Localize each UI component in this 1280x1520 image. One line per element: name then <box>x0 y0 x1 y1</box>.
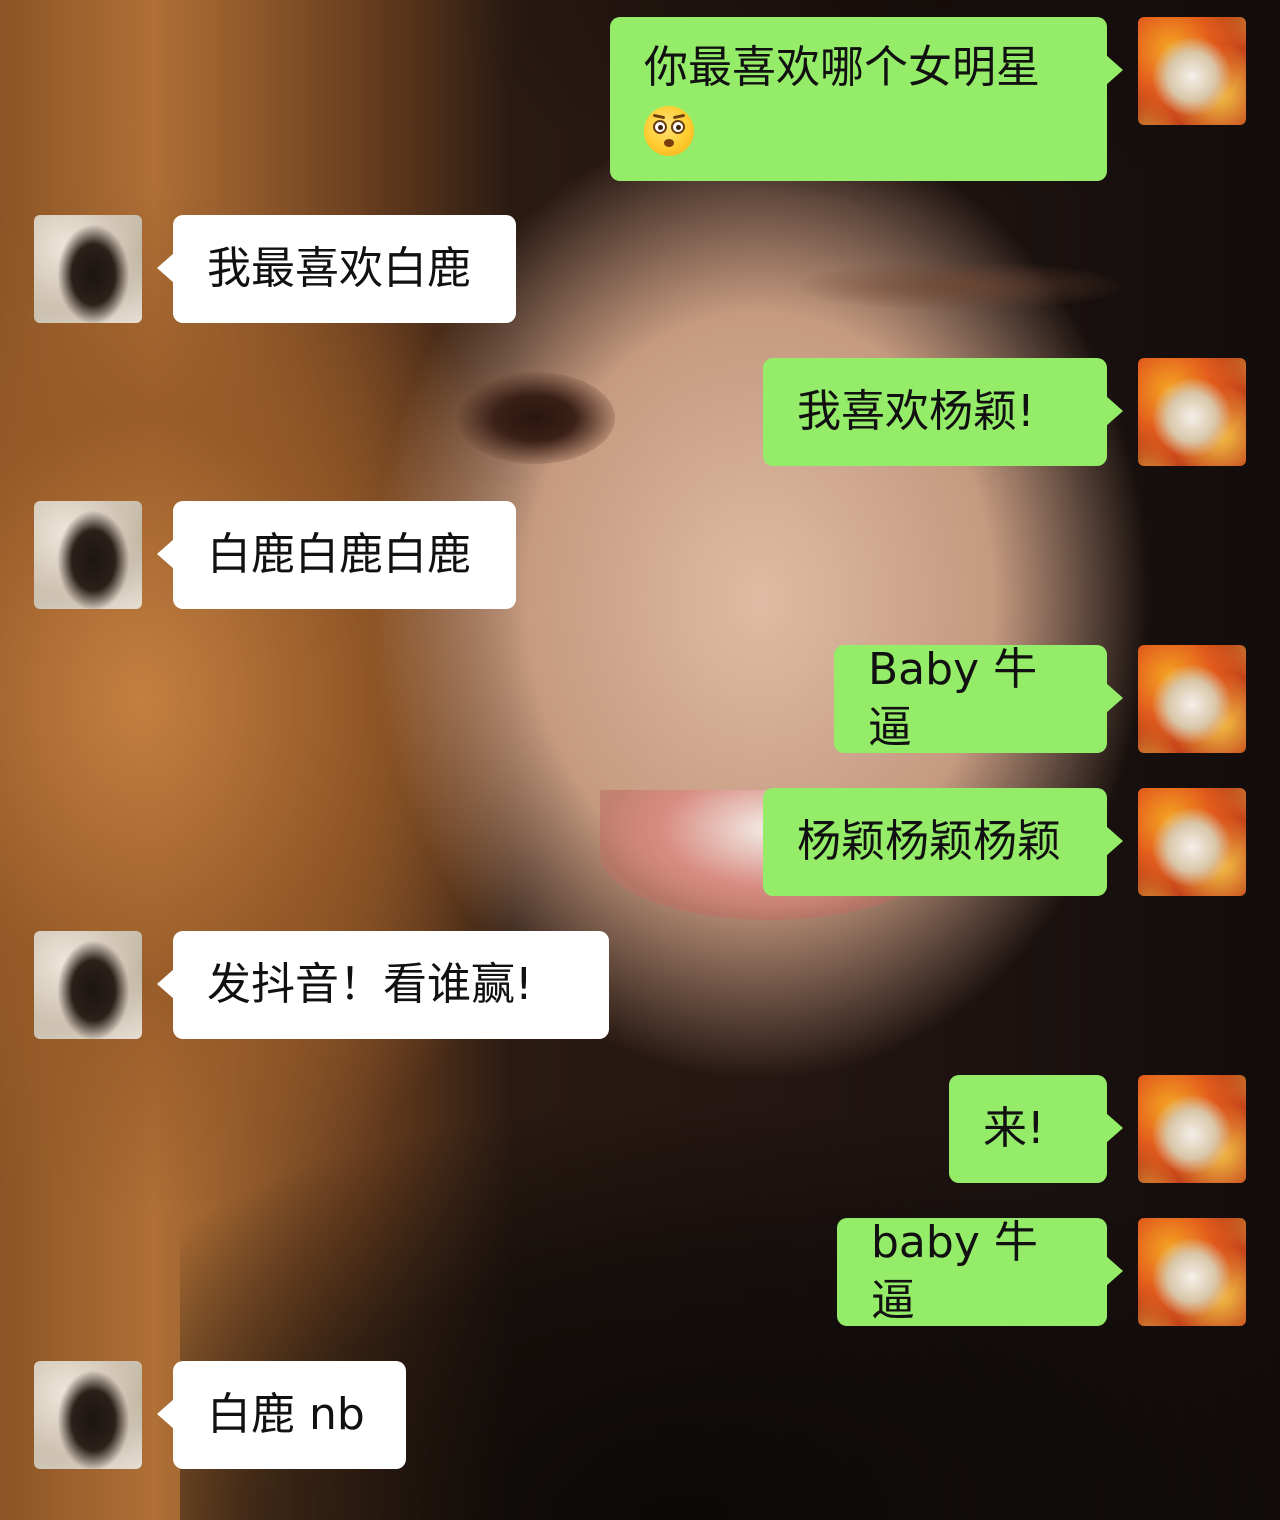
message-text: 你最喜欢哪个女明星 <box>644 42 1040 93</box>
message-text: 我喜欢杨颖! <box>797 386 1035 437</box>
message-bubble-outgoing[interactable]: 杨颖杨颖杨颖 <box>763 788 1123 896</box>
my-avatar[interactable] <box>1138 645 1246 753</box>
message-bubble-outgoing[interactable]: baby 牛逼 <box>837 1217 1123 1326</box>
message-text: 我最喜欢白鹿 <box>207 243 471 294</box>
message-text: 白鹿白鹿白鹿 <box>207 529 471 580</box>
message-bubble-incoming[interactable]: 白鹿白鹿白鹿 <box>157 501 516 609</box>
message-text: 来! <box>983 1103 1045 1154</box>
contact-avatar[interactable] <box>34 1361 142 1469</box>
message-bubble-outgoing[interactable]: 你最喜欢哪个女明星 <box>610 17 1123 181</box>
message-bubble-outgoing[interactable]: 来! <box>949 1075 1123 1183</box>
chat-message-list[interactable]: 你最喜欢哪个女明星 我最喜欢白鹿 我喜欢杨颖! 白鹿白鹿白鹿 Baby 牛逼 杨… <box>0 0 1280 1520</box>
message-text: 发抖音！看谁赢! <box>207 959 533 1010</box>
message-text: Baby 牛逼 <box>868 644 1038 753</box>
message-bubble-incoming[interactable]: 我最喜欢白鹿 <box>157 215 516 323</box>
message-text: 杨颖杨颖杨颖 <box>797 816 1061 867</box>
message-bubble-outgoing[interactable]: 我喜欢杨颖! <box>763 358 1123 466</box>
message-text: baby 牛逼 <box>871 1217 1038 1326</box>
my-avatar[interactable] <box>1138 1218 1246 1326</box>
message-bubble-incoming[interactable]: 白鹿 nb <box>157 1361 406 1469</box>
contact-avatar[interactable] <box>34 501 142 609</box>
contact-avatar[interactable] <box>34 931 142 1039</box>
my-avatar[interactable] <box>1138 788 1246 896</box>
message-bubble-incoming[interactable]: 发抖音！看谁赢! <box>157 931 609 1039</box>
message-text: 白鹿 nb <box>207 1389 365 1440</box>
my-avatar[interactable] <box>1138 1075 1246 1183</box>
flushed-face-emoji-icon <box>644 106 694 156</box>
my-avatar[interactable] <box>1138 358 1246 466</box>
message-bubble-outgoing[interactable]: Baby 牛逼 <box>834 644 1123 753</box>
contact-avatar[interactable] <box>34 215 142 323</box>
my-avatar[interactable] <box>1138 17 1246 125</box>
